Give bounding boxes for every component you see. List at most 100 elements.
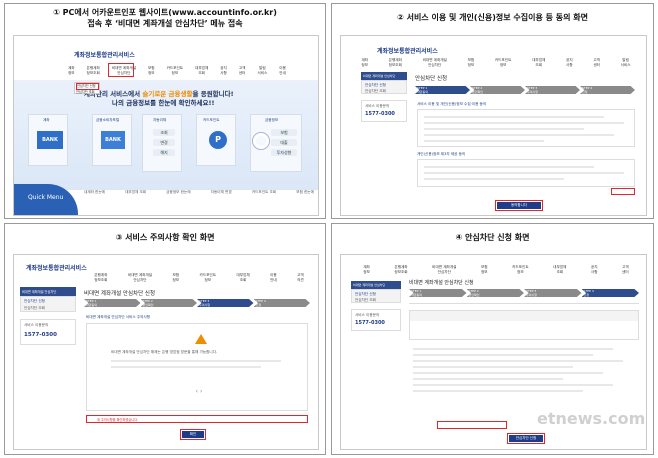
site-logo[interactable]: 계좌정보통합관리서비스 [377, 46, 438, 55]
nav-item[interactable]: 알림 서비스 [257, 66, 267, 75]
site-logo[interactable]: 계좌정보통합관리서비스 [74, 50, 135, 59]
contact-phone: 1577-0300 [355, 320, 385, 326]
screenshot-notice: 계좌정보통합관리서비스 은행계좌 정보조회 비대면 계좌개설 안심차단 보험 정… [13, 254, 319, 450]
quick-link[interactable]: 내계좌 한눈에 [84, 190, 105, 195]
nav-item[interactable]: 보험 정보 [173, 273, 180, 282]
nav-item[interactable]: 은행계좌 정보조회 [389, 58, 402, 67]
notice-confirm-label[interactable]: 위 주의사항을 확인하였습니다. [97, 417, 138, 422]
nav-item[interactable]: 보험 정보 [468, 58, 475, 67]
nav-item[interactable]: 대부업체 조회 [553, 265, 566, 274]
auto-item[interactable]: 조회 [153, 129, 175, 136]
fin-item[interactable]: 보험 [271, 129, 297, 136]
sidebar-item-view[interactable]: 안심차단 조회 [24, 306, 45, 311]
nav-item[interactable]: 공지 사항 [566, 58, 573, 67]
agree-heading: 서비스 이용 및 개인(신용)정보 수집·이용 동의 [417, 102, 487, 106]
card-consumer-portal[interactable]: 금융소비자포털 BANK [92, 114, 132, 166]
nav-item[interactable]: 은행계좌 정보조회 [394, 265, 407, 274]
step-2: STEP 2 본인확인 [466, 289, 524, 297]
quick-menu-label: Quick Menu [28, 194, 64, 201]
card-auto-transfer[interactable]: 자동이체 조회 변경 해지 [142, 114, 182, 172]
step-1: STEP 1 약관동의 [84, 299, 141, 307]
nav-item[interactable]: 카드포인트 정보 [512, 265, 529, 274]
nav-item[interactable]: 공지 사항 [220, 66, 227, 75]
nav-item[interactable]: 카드포인트 정보 [495, 58, 512, 67]
watermark: etnews.com [537, 409, 646, 428]
card-finance-info[interactable]: 금융정보 보험 대출 투자성향 [250, 114, 302, 172]
highlight-agree-checkbox[interactable] [611, 188, 635, 195]
magnifier-icon [253, 133, 269, 149]
nav-item[interactable]: 카드포인트 정보 [200, 273, 217, 282]
sidebar-item-apply[interactable]: 안심차단 신청 [24, 299, 45, 304]
card-card-point[interactable]: 카드포인트 P [196, 114, 236, 166]
nav-item[interactable]: 계좌 정보 [361, 58, 368, 67]
quick-link[interactable]: 금융정보 한눈에 [166, 190, 190, 195]
highlight-apply-option[interactable] [437, 421, 507, 429]
nav-item[interactable]: 보험 정보 [148, 66, 155, 75]
quick-link[interactable]: 보험 한눈에 [296, 190, 314, 195]
nav-item[interactable]: 은행계좌 정보조회 [87, 66, 100, 75]
quick-link[interactable]: 대부업체 조회 [125, 190, 146, 195]
step-3: STEP 3 주의사항 [197, 299, 254, 307]
nav-item[interactable]: 은행계좌 정보조회 [94, 273, 107, 282]
sidebar-header: 비대면 계좌개설 안심차단 [20, 287, 76, 296]
site-logo[interactable]: 계좌정보통합관리서비스 [26, 263, 87, 272]
nav-item[interactable]: 대부업체 조회 [236, 273, 249, 282]
nav-item[interactable]: 고객 센터 [239, 66, 246, 75]
sidebar-item-apply[interactable]: 안심차단 신청 [365, 83, 386, 88]
nav-item[interactable]: 고객 의견 [297, 273, 304, 282]
step-3: STEP 3 주의사항 [525, 86, 580, 94]
sidebar-menu: 안심차단 신청 안심차단 조회 [351, 289, 401, 303]
quick-link[interactable]: 자동이체 변경 [211, 190, 232, 195]
bank-building-icon: BANK [101, 131, 125, 149]
contact-phone: 1577-0300 [365, 111, 395, 117]
nav-item[interactable]: 고객 센터 [593, 58, 600, 67]
card-account[interactable]: 계좌 BANK [28, 114, 68, 166]
nav-item[interactable]: 계좌 정보 [363, 265, 370, 274]
quick-link[interactable]: 카드포인트 조회 [252, 190, 276, 195]
nav-item[interactable]: 이용 안내 [270, 273, 277, 282]
nav-item[interactable]: 비대면 계좌개설 안심차단 [432, 265, 456, 274]
caption-step4: ④ 안심차단 신청 화면 [455, 233, 530, 242]
step-1: STEP 1 약관동의 [415, 86, 470, 94]
hero-banner: 계좌관리 서비스에서 슬기로운 금융생활을 응원합니다! 나의 금융정보를 한눈… [14, 80, 318, 190]
sidebar-item-view[interactable]: 안심차단 조회 [365, 89, 386, 94]
nav-item[interactable]: 이용 안내 [279, 66, 286, 75]
dropdown-item-apply[interactable]: 안심차단 신청 [76, 83, 99, 90]
fin-item[interactable]: 투자성향 [271, 149, 297, 156]
step-4: STEP 4 신청 [581, 289, 639, 297]
main-nav: 계좌 정보 은행계좌 정보조회 비대면 계좌개설 안심차단 보험 정보 카드포인… [62, 66, 292, 75]
fin-item[interactable]: 대출 [271, 139, 297, 146]
dropdown-item-view[interactable]: 안심차단 조회 [76, 90, 99, 95]
main-nav: 계좌 정보 은행계좌 정보조회 비대면 계좌개설 안심차단 보험 정보 카드포인… [351, 265, 641, 274]
nav-item[interactable]: 대부업체 조회 [532, 58, 545, 67]
highlight-agree-button [495, 200, 543, 211]
step-indicator: STEP 1 약관동의 STEP 2 본인확인 STEP 3 주의사항 STEP… [415, 86, 635, 94]
highlight-notice-checkbox: 위 주의사항을 확인하였습니다. [86, 415, 308, 423]
nav-item[interactable]: 비대면 계좌개설 안심차단 [423, 58, 447, 67]
notice-heading: 비대면 계좌개설 안심차단 서비스 주의사항 [86, 315, 151, 319]
quick-links: 내계좌 한눈에 대부업체 조회 금융정보 한눈에 자동이체 변경 카드포인트 조… [84, 190, 314, 195]
step-indicator: STEP 1 약관동의 STEP 2 본인확인 STEP 3 주의사항 STEP… [409, 289, 639, 297]
sidebar-item-view[interactable]: 안심차단 조회 [355, 298, 376, 303]
page-title: 안심차단 신청 [415, 76, 448, 82]
nav-item[interactable]: 비대면 계좌개설 안심차단 [128, 273, 152, 282]
panel-step1: ① PC에서 어카운트인포 웹사이트(www.accountinfo.or.kr… [4, 3, 326, 219]
nav-item[interactable]: 공지 사항 [591, 265, 598, 274]
nav-item[interactable]: 알림 서비스 [621, 58, 631, 67]
main-nav: 계좌 정보 은행계좌 정보조회 비대면 계좌개설 안심차단 보험 정보 카드포인… [351, 58, 641, 67]
nav-item[interactable]: 고객 센터 [622, 265, 629, 274]
auto-item[interactable]: 변경 [153, 139, 175, 146]
caption-step1-line2: 접속 후 ‘비대면 계좌개설 안심차단’ 메뉴 접속 [87, 19, 243, 28]
step-1: STEP 1 약관동의 [409, 289, 467, 297]
scroll-arrows[interactable]: ‹ › [189, 388, 209, 395]
nav-item[interactable]: 대부업체 조회 [195, 66, 208, 75]
auto-item[interactable]: 해지 [153, 149, 175, 156]
nav-item[interactable]: 계좌 정보 [68, 66, 75, 75]
screenshot-apply: 계좌 정보 은행계좌 정보조회 비대면 계좌개설 안심차단 보험 정보 카드포인… [340, 254, 647, 450]
main-nav: 은행계좌 정보조회 비대면 계좌개설 안심차단 보험 정보 카드포인트 정보 대… [84, 273, 314, 282]
sidebar-item-apply[interactable]: 안심차단 신청 [355, 292, 376, 297]
screenshot-agree: 계좌정보통합관리서비스 계좌 정보 은행계좌 정보조회 비대면 계좌개설 안심차… [340, 35, 647, 216]
point-coin-icon: P [209, 131, 227, 149]
nav-item[interactable]: 보험 정보 [481, 265, 488, 274]
nav-item[interactable]: 카드포인트 정보 [167, 66, 184, 75]
